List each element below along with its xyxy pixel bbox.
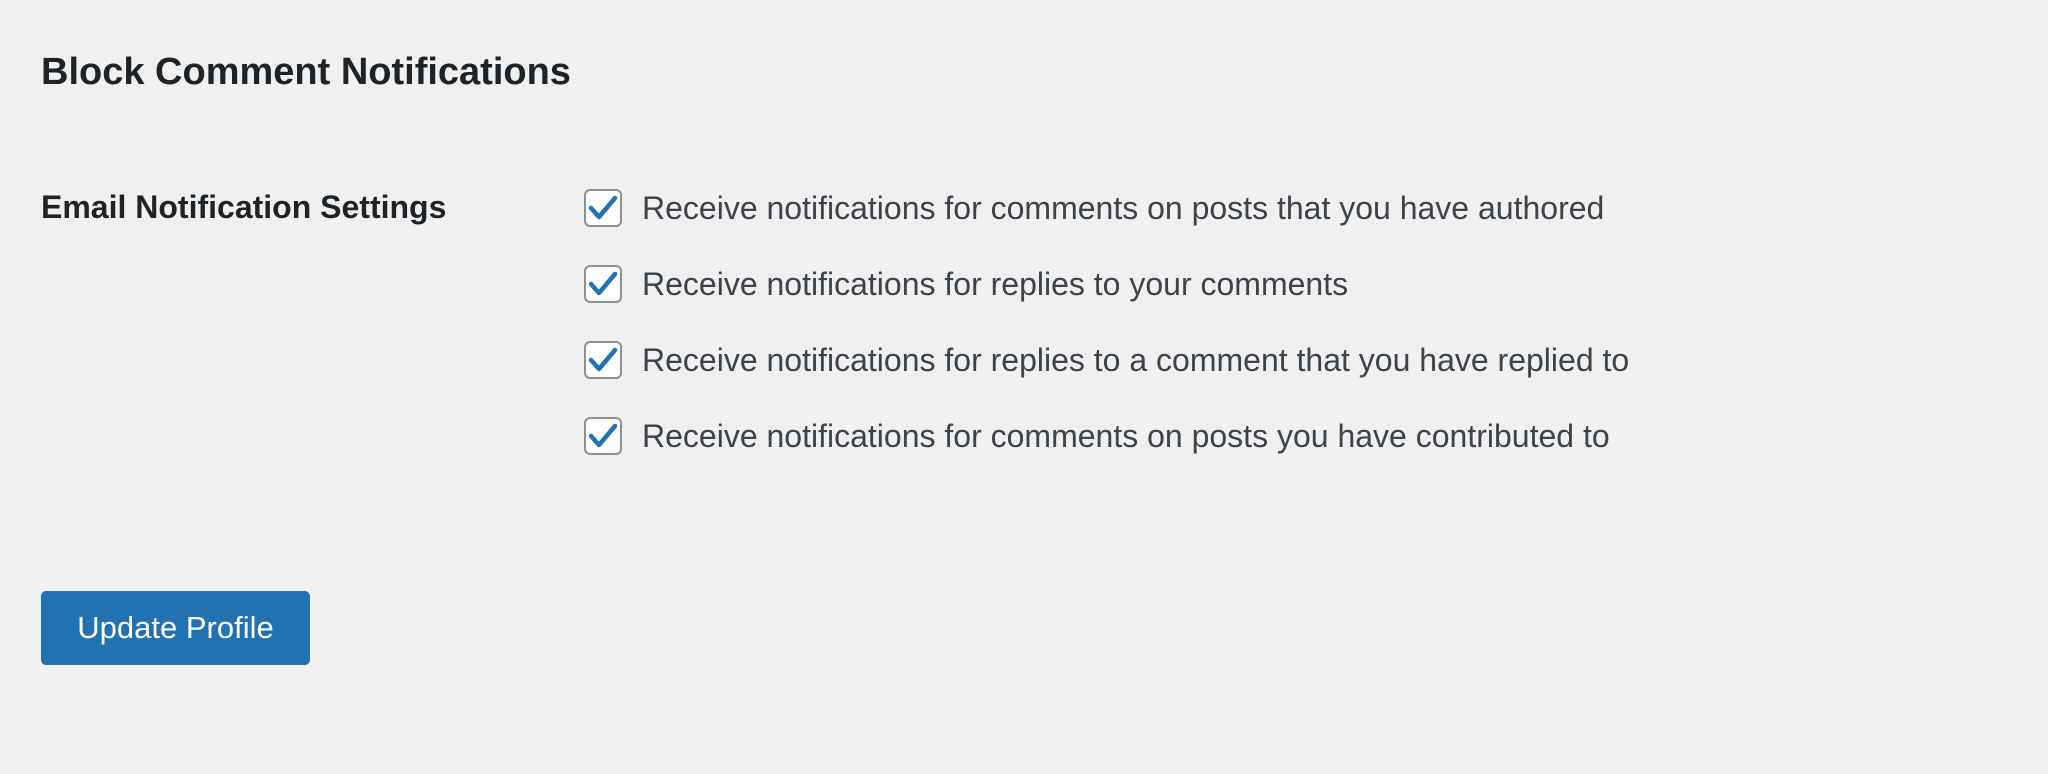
option-comments-on-contributed-posts[interactable]: Receive notifications for comments on po… <box>584 398 1629 474</box>
checkmark-icon <box>588 271 618 296</box>
comments-on-contributed-posts-checkbox[interactable] <box>584 417 622 455</box>
option-label: Receive notifications for replies to a c… <box>642 342 1630 378</box>
replies-to-your-comments-checkbox[interactable] <box>584 265 622 303</box>
notification-options: Receive notifications for comments on po… <box>584 182 1629 474</box>
profile-settings-page: Block Comment Notifications Email Notifi… <box>0 0 2048 774</box>
option-replies-to-your-comments[interactable]: Receive notifications for replies to you… <box>584 246 1629 322</box>
update-profile-button[interactable]: Update Profile <box>41 591 310 665</box>
checkmark-icon <box>588 423 618 448</box>
section-title: Block Comment Notifications <box>41 51 571 93</box>
option-comments-on-authored-posts[interactable]: Receive notifications for comments on po… <box>584 170 1629 246</box>
checkmark-icon <box>588 347 618 372</box>
replies-to-replied-comment-checkbox[interactable] <box>584 341 622 379</box>
option-label: Receive notifications for comments on po… <box>642 190 1605 226</box>
comments-on-authored-posts-checkbox[interactable] <box>584 189 622 227</box>
email-notification-settings-label: Email Notification Settings <box>41 189 447 225</box>
option-label: Receive notifications for replies to you… <box>642 266 1349 302</box>
option-replies-to-replied-comment[interactable]: Receive notifications for replies to a c… <box>584 322 1629 398</box>
option-label: Receive notifications for comments on po… <box>642 418 1610 454</box>
checkmark-icon <box>588 195 618 220</box>
